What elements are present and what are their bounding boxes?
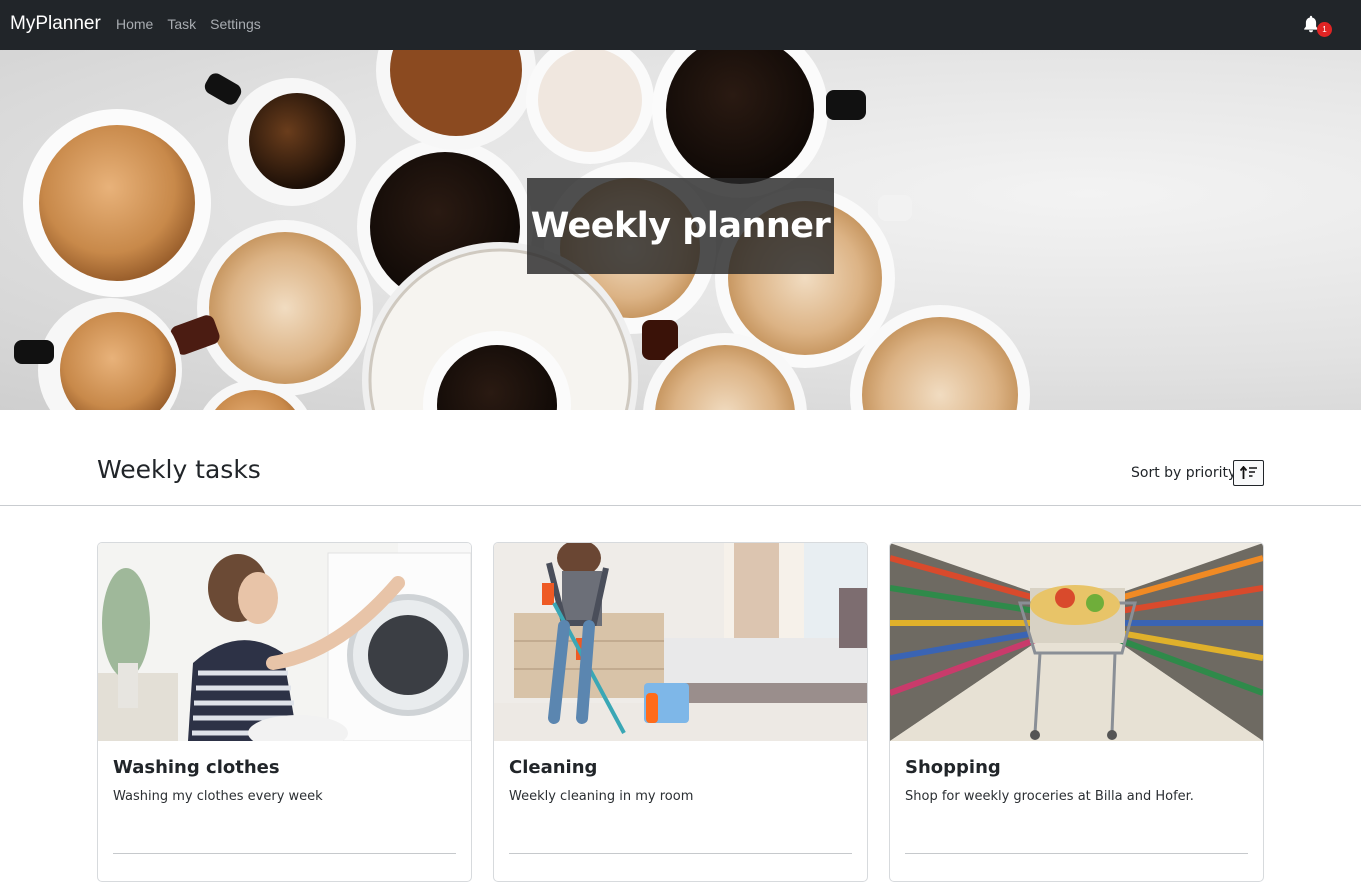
card-divider xyxy=(905,853,1248,854)
task-card-shopping[interactable]: Shopping Shop for weekly groceries at Bi… xyxy=(889,542,1264,882)
nav-link-home[interactable]: Home xyxy=(116,16,153,32)
card-text: Washing my clothes every week xyxy=(113,789,323,804)
card-divider xyxy=(113,853,456,854)
hero-title: Weekly planner xyxy=(530,206,831,246)
top-navbar: MyPlanner Home Task Settings 1 xyxy=(0,0,1361,50)
nav-link-task[interactable]: Task xyxy=(167,16,196,32)
brand-logo-link[interactable]: MyPlanner xyxy=(10,13,101,35)
sort-by-priority-button[interactable] xyxy=(1233,460,1264,486)
cleaning-image xyxy=(494,543,867,741)
task-card-washing[interactable]: Washing clothes Washing my clothes every… xyxy=(97,542,472,882)
card-text: Weekly cleaning in my room xyxy=(509,789,694,804)
weekly-tasks-heading: Weekly tasks xyxy=(97,455,261,484)
card-text: Shop for weekly groceries at Billa and H… xyxy=(905,789,1194,804)
card-title: Cleaning xyxy=(509,757,598,778)
washing-clothes-image xyxy=(98,543,471,741)
sort-label: Sort by priority: xyxy=(1131,465,1240,481)
nav-link-settings[interactable]: Settings xyxy=(210,16,261,32)
shopping-image xyxy=(890,543,1263,741)
nav-links: Home Task Settings xyxy=(116,16,261,32)
notification-badge: 1 xyxy=(1317,22,1332,37)
card-divider xyxy=(509,853,852,854)
sort-ascending-icon xyxy=(1239,466,1257,479)
section-divider xyxy=(0,505,1361,506)
hero-banner: Weekly planner xyxy=(0,50,1361,410)
hero-title-box: Weekly planner xyxy=(527,178,834,274)
card-title: Washing clothes xyxy=(113,757,280,778)
task-card-cleaning[interactable]: Cleaning Weekly cleaning in my room xyxy=(493,542,868,882)
card-title: Shopping xyxy=(905,757,1001,778)
